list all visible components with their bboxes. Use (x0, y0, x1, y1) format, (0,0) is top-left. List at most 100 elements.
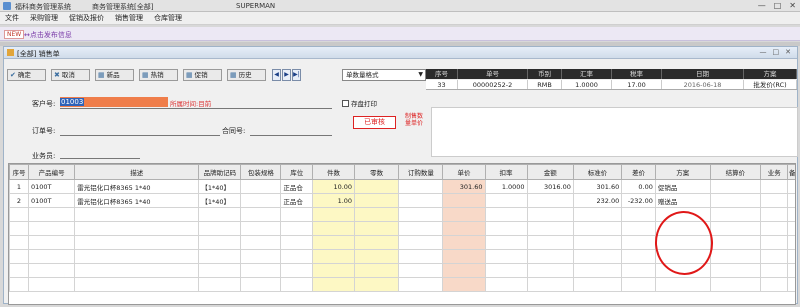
grid-col-5[interactable]: 库位 (280, 164, 313, 180)
table-cell[interactable] (654, 277, 711, 292)
table-cell[interactable]: 1 (9, 179, 29, 194)
table-cell[interactable] (354, 193, 400, 208)
table-cell[interactable] (621, 207, 656, 222)
table-cell[interactable] (74, 221, 200, 236)
table-cell[interactable]: 【1*40】 (198, 193, 242, 208)
menu-promotion[interactable]: 促销及报价 (69, 13, 104, 23)
table-cell[interactable] (280, 221, 313, 236)
table-cell[interactable] (760, 207, 789, 222)
table-cell[interactable] (621, 235, 656, 250)
table-cell[interactable] (442, 277, 486, 292)
table-cell[interactable] (709, 235, 762, 250)
table-cell[interactable] (27, 263, 76, 278)
confirm-button[interactable]: ✔ 确定 (7, 69, 46, 81)
table-cell[interactable] (311, 235, 356, 250)
table-cell[interactable]: 0100T (27, 193, 76, 208)
table-cell[interactable] (526, 193, 574, 208)
table-cell[interactable] (9, 263, 29, 278)
info-date[interactable]: 2016-06-18 (662, 80, 744, 89)
grid-col-10[interactable]: 扣率 (484, 164, 528, 180)
order-no-field[interactable] (60, 135, 220, 136)
table-cell[interactable]: 0100T (27, 179, 76, 194)
table-cell[interactable] (398, 235, 444, 250)
table-cell[interactable] (760, 193, 789, 208)
table-cell[interactable] (526, 277, 574, 292)
table-cell[interactable] (27, 235, 76, 250)
table-cell[interactable] (198, 277, 242, 292)
table-cell[interactable]: 【1*40】 (198, 179, 242, 194)
publish-info-link[interactable]: ↔点击发布信息 (24, 30, 72, 40)
table-cell[interactable]: 2 (9, 193, 29, 208)
table-cell[interactable] (9, 221, 29, 236)
table-cell[interactable] (442, 263, 486, 278)
table-cell[interactable] (621, 277, 656, 292)
table-cell[interactable] (398, 179, 444, 194)
customer-field[interactable]: 01003 (60, 97, 168, 107)
table-cell[interactable] (442, 193, 486, 208)
table-cell[interactable] (27, 249, 76, 264)
table-cell[interactable]: 1.00 (311, 193, 356, 208)
table-cell[interactable] (442, 221, 486, 236)
table-cell[interactable] (572, 277, 623, 292)
table-cell[interactable] (787, 263, 795, 278)
table-cell[interactable] (398, 193, 444, 208)
grid-col-17[interactable]: 备 (787, 164, 795, 180)
grid-col-11[interactable]: 金额 (526, 164, 574, 180)
grid-col-12[interactable]: 标准价 (572, 164, 623, 180)
salesman-field[interactable] (60, 158, 140, 159)
table-cell[interactable] (572, 249, 623, 264)
table-cell[interactable]: 赠送品 (654, 193, 711, 208)
info-plan[interactable]: 批发价(RC) (744, 80, 797, 89)
table-cell[interactable] (526, 249, 574, 264)
table-cell[interactable] (621, 249, 656, 264)
grid-col-16[interactable]: 业务 (760, 164, 789, 180)
table-cell[interactable] (311, 263, 356, 278)
table-cell[interactable] (280, 249, 313, 264)
grid-col-9[interactable]: 单价 (442, 164, 486, 180)
table-cell[interactable]: 正品仓 (280, 179, 313, 194)
table-cell[interactable] (526, 235, 574, 250)
table-cell[interactable] (621, 221, 656, 236)
table-cell[interactable] (311, 221, 356, 236)
table-cell[interactable] (240, 179, 282, 194)
table-cell[interactable] (572, 221, 623, 236)
grid-col-4[interactable]: 包装规格 (240, 164, 282, 180)
table-cell[interactable] (354, 207, 400, 222)
table-cell[interactable]: 0.00 (621, 179, 656, 194)
menu-sales[interactable]: 销售管理 (115, 13, 143, 23)
table-cell[interactable] (787, 249, 795, 264)
table-cell[interactable] (280, 263, 313, 278)
grid-col-15[interactable]: 结算价 (709, 164, 762, 180)
table-cell[interactable] (760, 179, 789, 194)
table-cell[interactable] (709, 221, 762, 236)
minimize-button[interactable]: — (758, 1, 766, 10)
table-cell[interactable]: 正品仓 (280, 193, 313, 208)
table-cell[interactable]: 促销品 (654, 179, 711, 194)
table-cell[interactable] (787, 207, 795, 222)
table-cell[interactable] (787, 235, 795, 250)
table-cell[interactable] (240, 193, 282, 208)
table-cell[interactable] (27, 221, 76, 236)
table-cell[interactable] (74, 207, 200, 222)
table-cell[interactable] (398, 277, 444, 292)
grid-col-6[interactable]: 件数 (311, 164, 356, 180)
menu-file[interactable]: 文件 (5, 13, 19, 23)
table-cell[interactable] (760, 235, 789, 250)
table-cell[interactable] (198, 235, 242, 250)
grid-col-8[interactable]: 订购数量 (398, 164, 444, 180)
table-cell[interactable] (572, 235, 623, 250)
table-cell[interactable] (280, 277, 313, 292)
table-row[interactable]: 2 0100T 雷光铝化口杯8365 1*40 【1*40】 正品仓 1.00 232.00… (9, 193, 795, 208)
table-cell[interactable] (27, 207, 76, 222)
table-cell[interactable]: 10.00 (311, 179, 356, 194)
promotion-button[interactable]: ▦ 促销 (183, 69, 222, 81)
grid-col-7[interactable]: 零数 (354, 164, 400, 180)
table-cell[interactable] (572, 207, 623, 222)
table-cell[interactable] (74, 235, 200, 250)
table-cell[interactable] (354, 179, 400, 194)
table-cell[interactable]: 雷光铝化口杯8365 1*40 (74, 193, 200, 208)
table-cell[interactable]: 3016.00 (526, 179, 574, 194)
close-button[interactable]: ✕ (789, 1, 796, 10)
table-cell[interactable] (442, 235, 486, 250)
table-cell[interactable] (442, 249, 486, 264)
